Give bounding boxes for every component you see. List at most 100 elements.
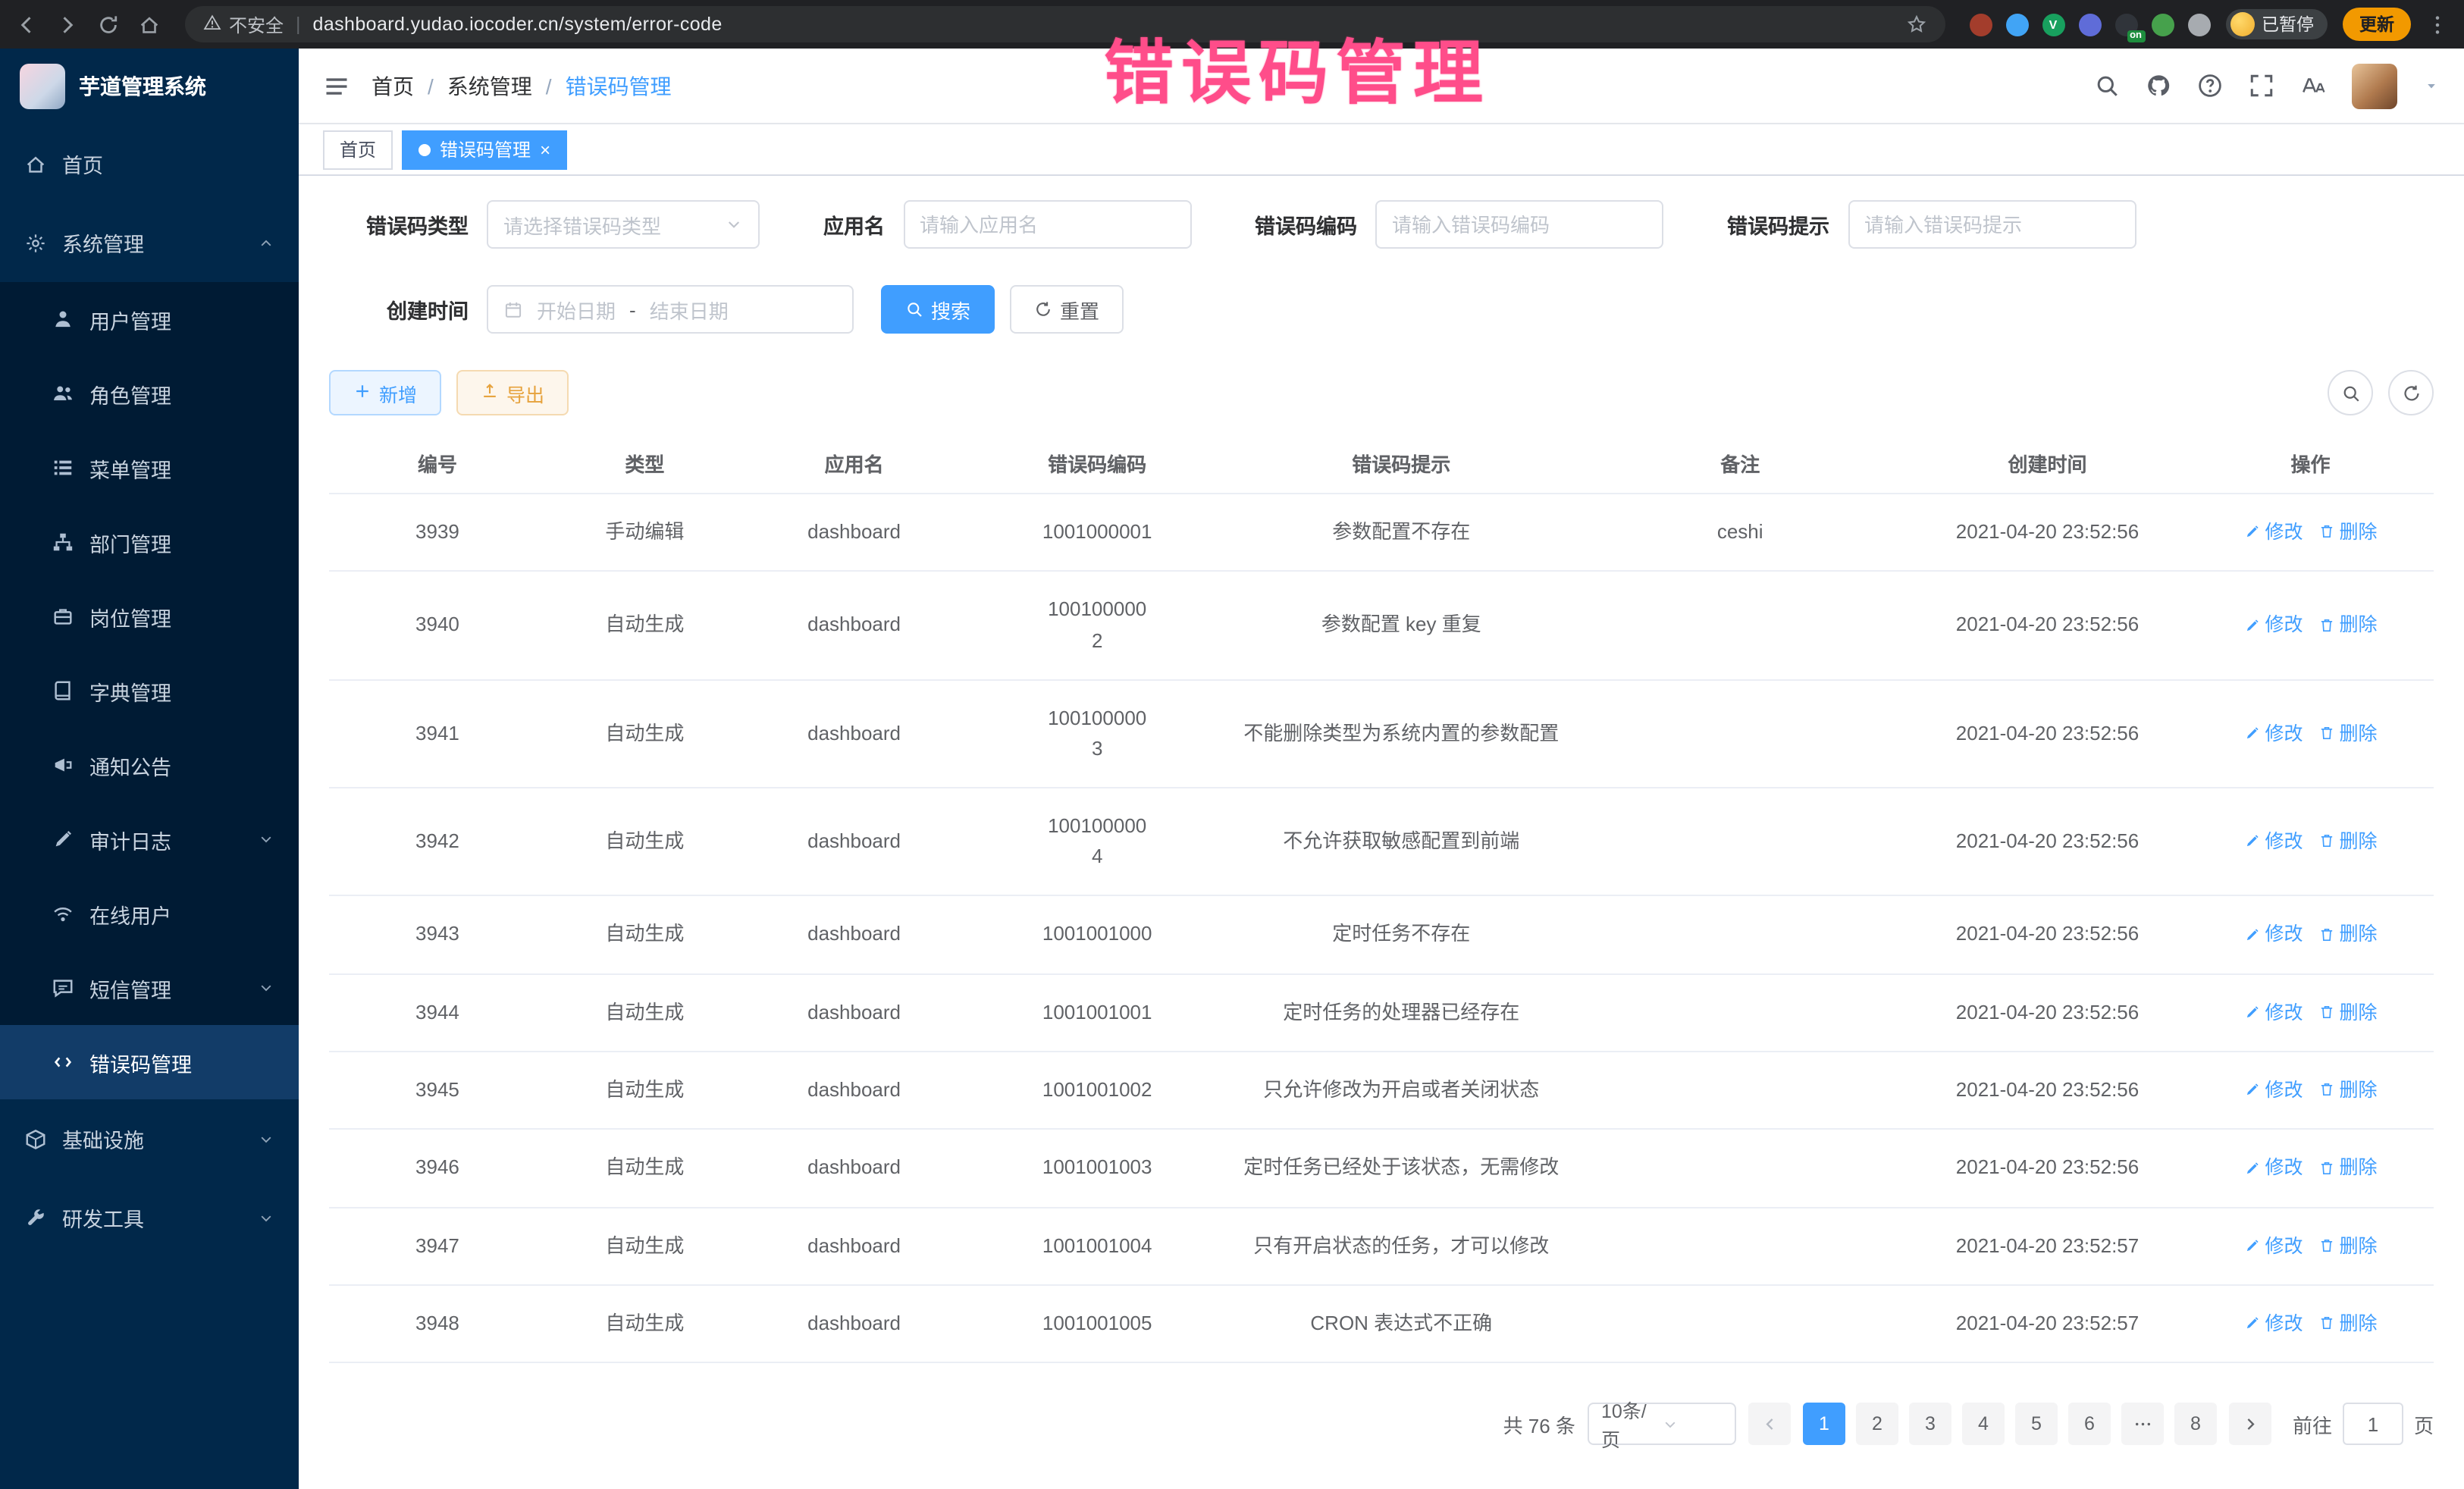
cell-error-message: 定时任务已经处于该状态，无需修改 xyxy=(1230,1130,1572,1208)
page-button-4[interactable]: 4 xyxy=(1962,1403,2005,1446)
sidebar-item-基础设施[interactable]: 基础设施 xyxy=(0,1099,299,1178)
close-icon[interactable]: × xyxy=(540,140,550,158)
blue-drop-extension-icon[interactable] xyxy=(2005,13,2028,36)
app-logo[interactable]: 芋道管理系统 xyxy=(0,49,299,124)
sidebar-item-角色管理[interactable]: 角色管理 xyxy=(0,356,299,431)
add-button[interactable]: 新增 xyxy=(329,370,441,415)
sidebar-collapse-button[interactable] xyxy=(323,72,350,99)
column-header: 编号 xyxy=(329,434,546,494)
refresh-table-button[interactable] xyxy=(2388,370,2434,415)
profile-chip[interactable]: 已暂停 xyxy=(2225,9,2328,39)
red-extension-icon[interactable] xyxy=(1969,13,1992,36)
delete-link[interactable]: 删除 xyxy=(2318,719,2378,749)
font-size-icon[interactable] xyxy=(2300,73,2326,99)
page-button-6[interactable]: 6 xyxy=(2068,1403,2111,1446)
bookmark-star-icon[interactable] xyxy=(1905,12,1926,36)
tab-错误码管理[interactable]: 错误码管理× xyxy=(402,130,567,169)
export-button[interactable]: 导出 xyxy=(456,370,569,415)
sidebar-item-错误码管理[interactable]: 错误码管理 xyxy=(0,1025,299,1099)
forward-icon[interactable] xyxy=(56,13,79,36)
search-icon[interactable] xyxy=(2094,73,2120,99)
back-icon[interactable] xyxy=(15,13,38,36)
edit-link[interactable]: 修改 xyxy=(2244,998,2303,1028)
question-icon[interactable] xyxy=(2197,73,2223,99)
dark-on-extension-icon[interactable]: on xyxy=(2114,13,2137,36)
error-code-input[interactable] xyxy=(1375,200,1663,249)
sidebar-item-岗位管理[interactable]: 岗位管理 xyxy=(0,579,299,654)
fullscreen-icon[interactable] xyxy=(2249,73,2274,99)
sidebar-item-通知公告[interactable]: 通知公告 xyxy=(0,728,299,802)
browser-home-icon[interactable] xyxy=(138,13,161,36)
error-type-select[interactable]: 请选择错误码类型 xyxy=(487,200,760,249)
sidebar-item-部门管理[interactable]: 部门管理 xyxy=(0,505,299,579)
green-leaf-extension-icon[interactable] xyxy=(2151,13,2174,36)
sidebar-item-系统管理[interactable]: 系统管理 xyxy=(0,203,299,282)
delete-link[interactable]: 删除 xyxy=(2318,920,2378,950)
toggle-search-button[interactable] xyxy=(2328,370,2373,415)
edit-link[interactable]: 修改 xyxy=(2244,612,2303,641)
page-size-select[interactable]: 10条/页 xyxy=(1588,1403,1736,1446)
sidebar-item-研发工具[interactable]: 研发工具 xyxy=(0,1178,299,1257)
page-button-3[interactable]: 3 xyxy=(1909,1403,1951,1446)
breadcrumb-item[interactable]: 首页 xyxy=(371,71,414,101)
cell-remark xyxy=(1573,1285,1908,1363)
goto-suffix: 页 xyxy=(2414,1410,2434,1439)
page-button-8[interactable]: 8 xyxy=(2174,1403,2217,1446)
date-range-picker[interactable]: 开始日期 - 结束日期 xyxy=(487,285,854,334)
header-actions xyxy=(2094,63,2440,108)
app-name-input[interactable] xyxy=(903,200,1191,249)
sidebar-item-短信管理[interactable]: 短信管理 xyxy=(0,951,299,1025)
delete-link[interactable]: 删除 xyxy=(2318,1155,2378,1184)
edit-link[interactable]: 修改 xyxy=(2244,1232,2303,1262)
delete-link[interactable]: 删除 xyxy=(2318,519,2378,548)
delete-link[interactable]: 删除 xyxy=(2318,998,2378,1028)
edit-link[interactable]: 修改 xyxy=(2244,1310,2303,1340)
user-avatar[interactable] xyxy=(2352,63,2397,108)
sidebar-item-首页[interactable]: 首页 xyxy=(0,124,299,203)
search-button[interactable]: 搜索 xyxy=(881,285,995,334)
sidebar-item-用户管理[interactable]: 用户管理 xyxy=(0,282,299,356)
tab-首页[interactable]: 首页 xyxy=(323,130,393,169)
error-code-table: 编号类型应用名错误码编码错误码提示备注创建时间操作 3939手动编辑dashbo… xyxy=(329,434,2434,1364)
page-button-5[interactable]: 5 xyxy=(2015,1403,2058,1446)
edit-link[interactable]: 修改 xyxy=(2244,519,2303,548)
puzzle-extension-icon[interactable] xyxy=(2187,13,2210,36)
reload-icon[interactable] xyxy=(97,13,120,36)
green-v-extension-icon[interactable]: V xyxy=(2042,13,2064,36)
edit-link[interactable]: 修改 xyxy=(2244,719,2303,749)
reset-button[interactable]: 重置 xyxy=(1010,285,1124,334)
edit-link[interactable]: 修改 xyxy=(2244,920,2303,950)
cell-error-message: CRON 表达式不正确 xyxy=(1230,1285,1572,1363)
cell-id: 3941 xyxy=(329,679,546,788)
edit-link[interactable]: 修改 xyxy=(2244,828,2303,857)
delete-link[interactable]: 删除 xyxy=(2318,1232,2378,1262)
more-pages-button[interactable] xyxy=(2121,1403,2164,1446)
edit-link[interactable]: 修改 xyxy=(2244,1077,2303,1106)
sidebar-item-审计日志[interactable]: 审计日志 xyxy=(0,802,299,876)
sidebar-item-在线用户[interactable]: 在线用户 xyxy=(0,876,299,951)
breadcrumb-item[interactable]: 系统管理 xyxy=(447,71,532,101)
sidebar-item-菜单管理[interactable]: 菜单管理 xyxy=(0,431,299,505)
cell-actions: 修改删除 xyxy=(2187,494,2434,572)
next-page-button[interactable] xyxy=(2229,1403,2271,1446)
page-button-1[interactable]: 1 xyxy=(1803,1403,1845,1446)
github-icon[interactable] xyxy=(2146,73,2171,99)
address-bar[interactable]: 不安全 | dashboard.yudao.iocoder.cn/system/… xyxy=(185,6,1945,42)
browser-update-button[interactable]: 更新 xyxy=(2343,8,2411,41)
breadcrumb-item[interactable]: 错误码管理 xyxy=(566,71,672,101)
edit-link[interactable]: 修改 xyxy=(2244,1155,2303,1184)
delete-link[interactable]: 删除 xyxy=(2318,1310,2378,1340)
goto-label: 前往 xyxy=(2293,1410,2332,1439)
browser-menu-icon[interactable] xyxy=(2426,13,2449,36)
purple-grid-extension-icon[interactable] xyxy=(2078,13,2101,36)
error-message-input[interactable] xyxy=(1848,200,2136,249)
prev-page-button[interactable] xyxy=(1748,1403,1791,1446)
delete-link[interactable]: 删除 xyxy=(2318,612,2378,641)
delete-link[interactable]: 删除 xyxy=(2318,1077,2378,1106)
sidebar-item-字典管理[interactable]: 字典管理 xyxy=(0,654,299,728)
edit-icon xyxy=(2244,1232,2261,1262)
page-button-2[interactable]: 2 xyxy=(1856,1403,1898,1446)
avatar-caret-icon[interactable] xyxy=(2423,77,2440,94)
delete-link[interactable]: 删除 xyxy=(2318,828,2378,857)
goto-page-input[interactable] xyxy=(2343,1403,2403,1446)
